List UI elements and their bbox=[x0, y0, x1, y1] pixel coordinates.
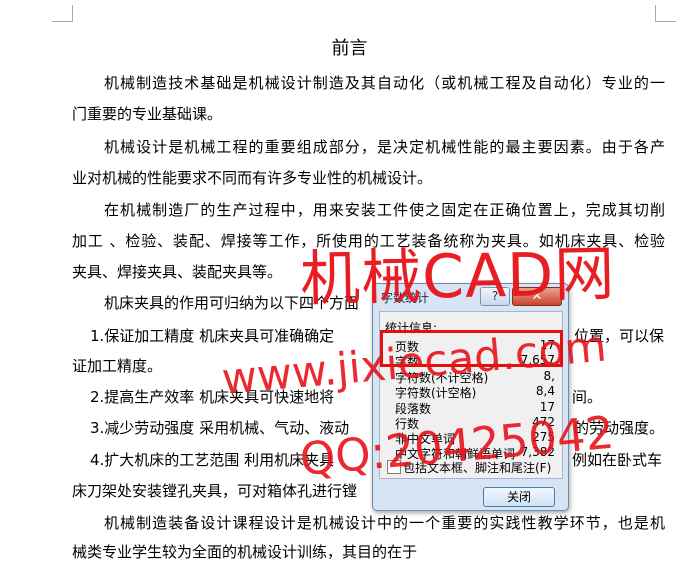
page-corner-marker bbox=[52, 5, 73, 22]
stat-value: 8,4 bbox=[535, 384, 555, 398]
text-fragment: 间。 bbox=[572, 388, 603, 406]
document-line: 门重要的专业基础课。 bbox=[72, 105, 223, 123]
watermark-title: 机械CAD网 bbox=[299, 239, 616, 315]
document-line: 械类专业学生较为全面的机械设计训练，其目的在于 bbox=[72, 543, 418, 561]
document-line: 机械制造技术基础是机械设计制造及其自动化（或机械工程及自动化）专业的一 bbox=[104, 74, 665, 92]
close-button[interactable]: 关闭 bbox=[483, 487, 555, 507]
document-line: 机械制造装备设计课程设计是机械设计中的一个重要的实践性教学环节，也是机 bbox=[104, 514, 665, 532]
document-line: 在机械制造厂的生产过程中，用来安装工件使之固定在正确位置上，完成其切削 bbox=[104, 201, 665, 219]
document-title: 前言 bbox=[331, 38, 368, 59]
document-line: 夹具、焊接夹具、装配夹具等。 bbox=[72, 263, 283, 281]
document-line: 业对机械的性能要求不同而有许多专业性的机械设计。 bbox=[72, 169, 433, 187]
document-line: 机械设计是机械工程的重要组成部分，是决定机械性能的最主要因素。由于各产 bbox=[104, 138, 665, 156]
document-line: 1.保证加工精度 机床夹具可准确确定 bbox=[90, 327, 335, 345]
page-corner-marker bbox=[655, 5, 676, 22]
document-line: 证加工精度。 bbox=[72, 357, 163, 375]
document-line: 4.扩大机床的工艺范围 利用机床夹具 bbox=[90, 451, 335, 469]
